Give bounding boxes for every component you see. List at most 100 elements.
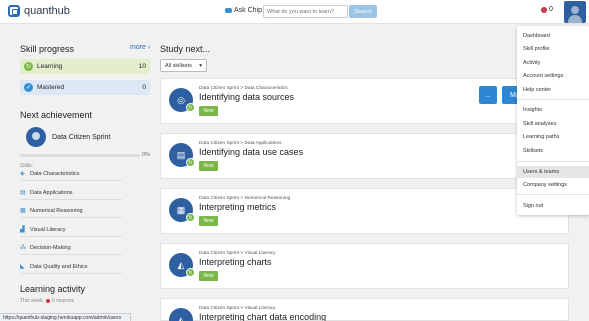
learning-label: Learning <box>37 63 63 70</box>
new-badge: New <box>199 271 218 281</box>
skill-item[interactable]: ▟ Visual Literacy <box>20 223 122 237</box>
menu-item-help-center[interactable]: Help center <box>517 84 589 96</box>
skill-item[interactable]: ◣ Data Quality and Ethics <box>20 260 122 274</box>
avatar-head <box>571 6 579 14</box>
study-card[interactable]: ◎ ↻ Data Citizen Sprint > Data Character… <box>160 78 570 124</box>
cube-icon: ◈ <box>20 170 25 177</box>
refresh-icon: ↻ <box>186 103 195 112</box>
mastered-count: 0 <box>142 84 146 91</box>
menu-item-users-teams[interactable]: Users & teams <box>517 166 589 178</box>
abacus-icon: ▦ <box>20 207 26 214</box>
menu-item-skill-analyses[interactable]: Skill analyses <box>517 118 589 130</box>
menu-divider <box>517 99 589 100</box>
skill-progress-title: Skill progress <box>20 44 75 54</box>
chart-icon: ▟ <box>20 226 25 233</box>
study-card[interactable]: ◭ ↻ Data Citizen Sprint > Visual Literac… <box>160 243 569 289</box>
learning-progress-row[interactable]: ↻ Learning 10 <box>20 59 150 74</box>
neuron-icon <box>541 6 547 13</box>
network-icon: ⁂ <box>20 244 26 251</box>
neuron-icon <box>45 299 50 303</box>
neuron-counter[interactable]: 0 <box>541 6 553 13</box>
ask-chip-label: Ask Chip <box>234 7 263 14</box>
refresh-icon: ↻ <box>24 62 33 71</box>
card-title[interactable]: Identifying data use cases <box>199 147 303 157</box>
chevron-right-icon: › <box>147 44 151 51</box>
menu-item-skillsets[interactable]: Skillsets <box>517 145 589 157</box>
search-button[interactable]: Search <box>349 5 377 18</box>
card-title[interactable]: Interpreting metrics <box>199 202 276 212</box>
quanthub-logo-icon <box>8 5 20 17</box>
line-chart-icon: ◣ <box>20 263 25 270</box>
menu-item-company-settings[interactable]: Company settings <box>517 179 589 191</box>
learning-count: 10 <box>138 63 146 70</box>
mastered-progress-row[interactable]: ✓ Mastered 0 <box>20 80 150 95</box>
card-breadcrumb: Data Citizen Sprint > Visual Literacy <box>199 306 276 311</box>
skill-label: Numerical Reasoning <box>30 207 83 214</box>
this-week-label: This week: <box>20 298 44 304</box>
check-icon: ✓ <box>24 83 33 92</box>
menu-item-sign-out[interactable]: Sign out <box>517 200 589 212</box>
achievement-badge-icon <box>26 127 46 147</box>
user-menu-dropdown: Dashboard Skill profile Activity Account… <box>517 26 589 215</box>
skillset-filter-label: All skillsets <box>165 62 192 69</box>
avatar-body <box>568 15 582 23</box>
refresh-icon: ↻ <box>186 213 195 222</box>
more-link[interactable]: more › <box>130 44 150 51</box>
this-week-value: 0 neurons <box>51 298 75 304</box>
this-week-summary: This week: 0 neurons <box>20 298 74 304</box>
card-breadcrumb: Data Citizen Sprint > Visual Literacy <box>199 251 276 256</box>
learning-activity-title: Learning activity <box>20 284 86 294</box>
achievement-name[interactable]: Data Citizen Sprint <box>52 134 110 141</box>
new-badge: New <box>199 216 218 226</box>
study-card[interactable]: ▤ ↻ Data Citizen Sprint > Data Applicati… <box>160 133 569 179</box>
menu-item-insights[interactable]: Insights <box>517 104 589 116</box>
status-bar-url: https://quanthub-staging.herokuapp.com/a… <box>0 313 131 321</box>
chat-bubble-icon <box>225 8 232 13</box>
study-card[interactable]: ◭ Data Citizen Sprint > Visual Literacy … <box>160 298 569 321</box>
menu-item-account-settings[interactable]: Account settings <box>517 70 589 82</box>
achievement-percent: 0% <box>142 152 150 158</box>
neuron-count: 0 <box>549 6 553 13</box>
chevron-down-icon: ▾ <box>199 62 202 69</box>
more-link-label: more <box>130 44 146 51</box>
menu-divider <box>517 161 589 162</box>
card-title[interactable]: Interpreting charts <box>199 257 272 267</box>
card-title[interactable]: Interpreting chart data encoding <box>199 312 326 321</box>
card-more-button[interactable]: ... <box>479 86 497 104</box>
mastered-label: Mastered <box>37 84 65 91</box>
card-breadcrumb: Data Citizen Sprint > Data Applications <box>199 141 282 146</box>
app-logo[interactable]: quanthub <box>8 5 70 17</box>
grid-icon: ▤ <box>20 189 26 196</box>
user-avatar-button[interactable] <box>564 1 586 23</box>
menu-item-activity[interactable]: Activity <box>517 57 589 69</box>
chart-icon: ◭ <box>169 308 193 321</box>
study-card[interactable]: ▦ ↻ Data Citizen Sprint > Numerical Reas… <box>160 188 569 234</box>
skill-label: Data Quality and Ethics <box>30 263 88 270</box>
app-name: quanthub <box>24 5 70 17</box>
study-next-title: Study next... <box>160 44 211 54</box>
refresh-icon: ↻ <box>186 268 195 277</box>
menu-item-skill-profile[interactable]: Skill profile <box>517 43 589 55</box>
search-input[interactable] <box>263 5 348 18</box>
skill-item[interactable]: ⁂ Decision-Making <box>20 241 122 255</box>
card-title[interactable]: Identifying data sources <box>199 92 294 102</box>
skill-label: Visual Literacy <box>30 226 66 233</box>
skill-label: Data Characteristics <box>30 170 80 177</box>
card-breadcrumb: Data Citizen Sprint > Data Characteristi… <box>199 86 288 91</box>
skill-item[interactable]: ▤ Data Applications <box>20 186 122 200</box>
skillset-filter-dropdown[interactable]: All skillsets ▾ <box>160 59 207 72</box>
skill-label: Data Applications <box>30 189 73 196</box>
skill-item[interactable]: ▦ Numerical Reasoning <box>20 204 122 218</box>
menu-item-learning-paths[interactable]: Learning paths <box>517 131 589 143</box>
menu-divider <box>517 194 589 195</box>
refresh-icon: ↻ <box>186 158 195 167</box>
menu-item-dashboard[interactable]: Dashboard <box>517 30 589 42</box>
skill-item[interactable]: ◈ Data Characteristics <box>20 167 122 181</box>
ask-chip-link[interactable]: Ask Chip <box>225 7 262 14</box>
new-badge: New <box>199 106 218 116</box>
skill-label: Decision-Making <box>30 244 71 251</box>
next-achievement-title: Next achievement <box>20 110 93 120</box>
achievement-progress-bar <box>20 154 140 157</box>
new-badge: New <box>199 161 218 171</box>
card-breadcrumb: Data Citizen Sprint > Numerical Reasonin… <box>199 196 291 201</box>
